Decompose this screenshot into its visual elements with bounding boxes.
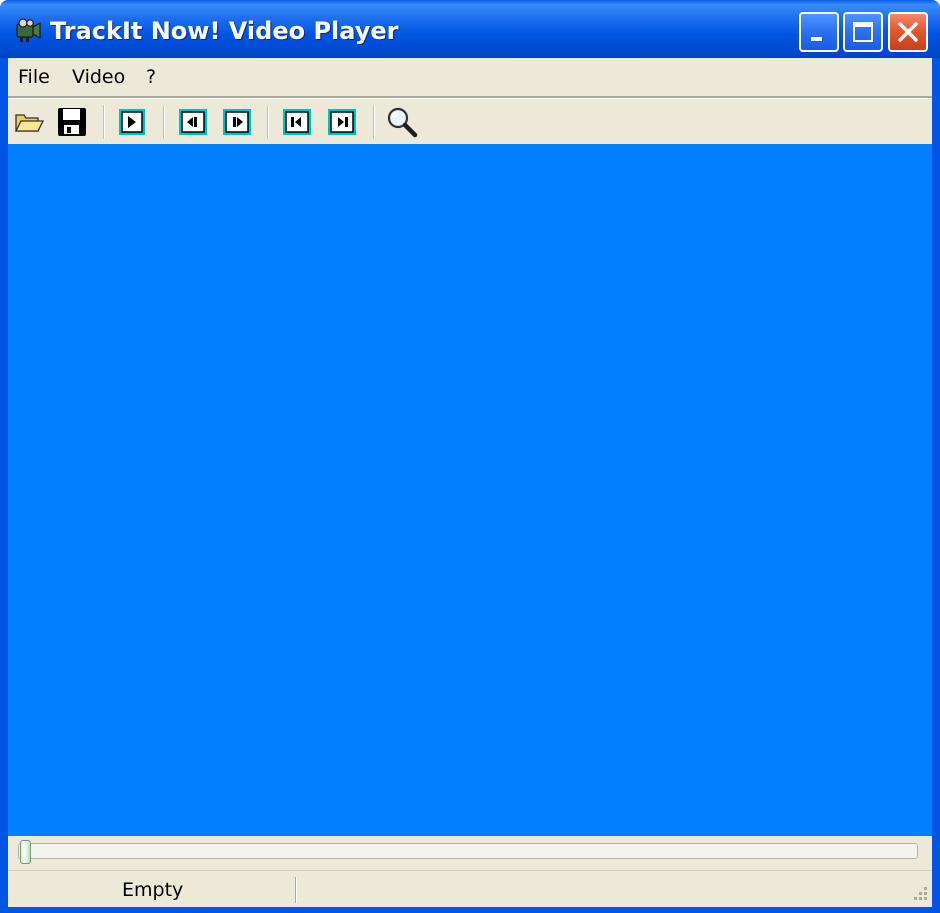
open-button[interactable] <box>12 104 48 140</box>
save-button[interactable] <box>54 104 90 140</box>
menu-help[interactable]: ? <box>146 65 156 89</box>
resize-grip-icon[interactable] <box>908 883 930 905</box>
toolbar-separator <box>373 105 375 139</box>
skip-to-end-icon <box>328 109 356 135</box>
menu-file[interactable]: File <box>18 65 50 89</box>
minimize-button[interactable] <box>799 12 839 52</box>
toolbar-separator <box>103 105 105 139</box>
step-back-icon <box>179 109 207 135</box>
seek-slider-thumb[interactable] <box>20 840 31 864</box>
maximize-button[interactable] <box>843 12 883 52</box>
status-divider <box>295 877 297 903</box>
minimize-icon <box>811 37 822 41</box>
skip-to-start-icon <box>283 109 311 135</box>
status-bar: Empty <box>8 870 932 907</box>
window-title: TrackIt Now! Video Player <box>50 17 399 45</box>
step-back-button[interactable] <box>175 104 211 140</box>
zoom-button[interactable] <box>384 104 420 140</box>
menu-bar: File Video ? <box>8 58 932 97</box>
seek-panel <box>8 836 932 870</box>
save-icon <box>58 108 86 136</box>
skip-to-start-button[interactable] <box>279 104 315 140</box>
app-window: TrackIt Now! Video Player File Video ? E… <box>0 0 940 913</box>
close-icon <box>898 22 918 42</box>
step-forward-icon <box>223 109 251 135</box>
seek-slider-track[interactable] <box>18 843 918 859</box>
status-text: Empty <box>122 879 184 901</box>
zoom-icon <box>387 107 418 138</box>
menu-video[interactable]: Video <box>72 65 125 89</box>
camera-icon[interactable] <box>14 16 42 44</box>
video-display[interactable] <box>8 144 932 836</box>
title-bar[interactable]: TrackIt Now! Video Player <box>0 0 940 58</box>
close-button[interactable] <box>888 12 928 52</box>
step-forward-button[interactable] <box>219 104 255 140</box>
play-icon <box>119 109 145 135</box>
open-folder-icon <box>14 114 45 132</box>
skip-to-end-button[interactable] <box>324 104 360 140</box>
play-button[interactable] <box>115 104 151 140</box>
toolbar-separator <box>267 105 269 139</box>
toolbar-separator <box>163 105 165 139</box>
toolbar <box>8 99 932 144</box>
maximize-icon <box>853 22 873 42</box>
